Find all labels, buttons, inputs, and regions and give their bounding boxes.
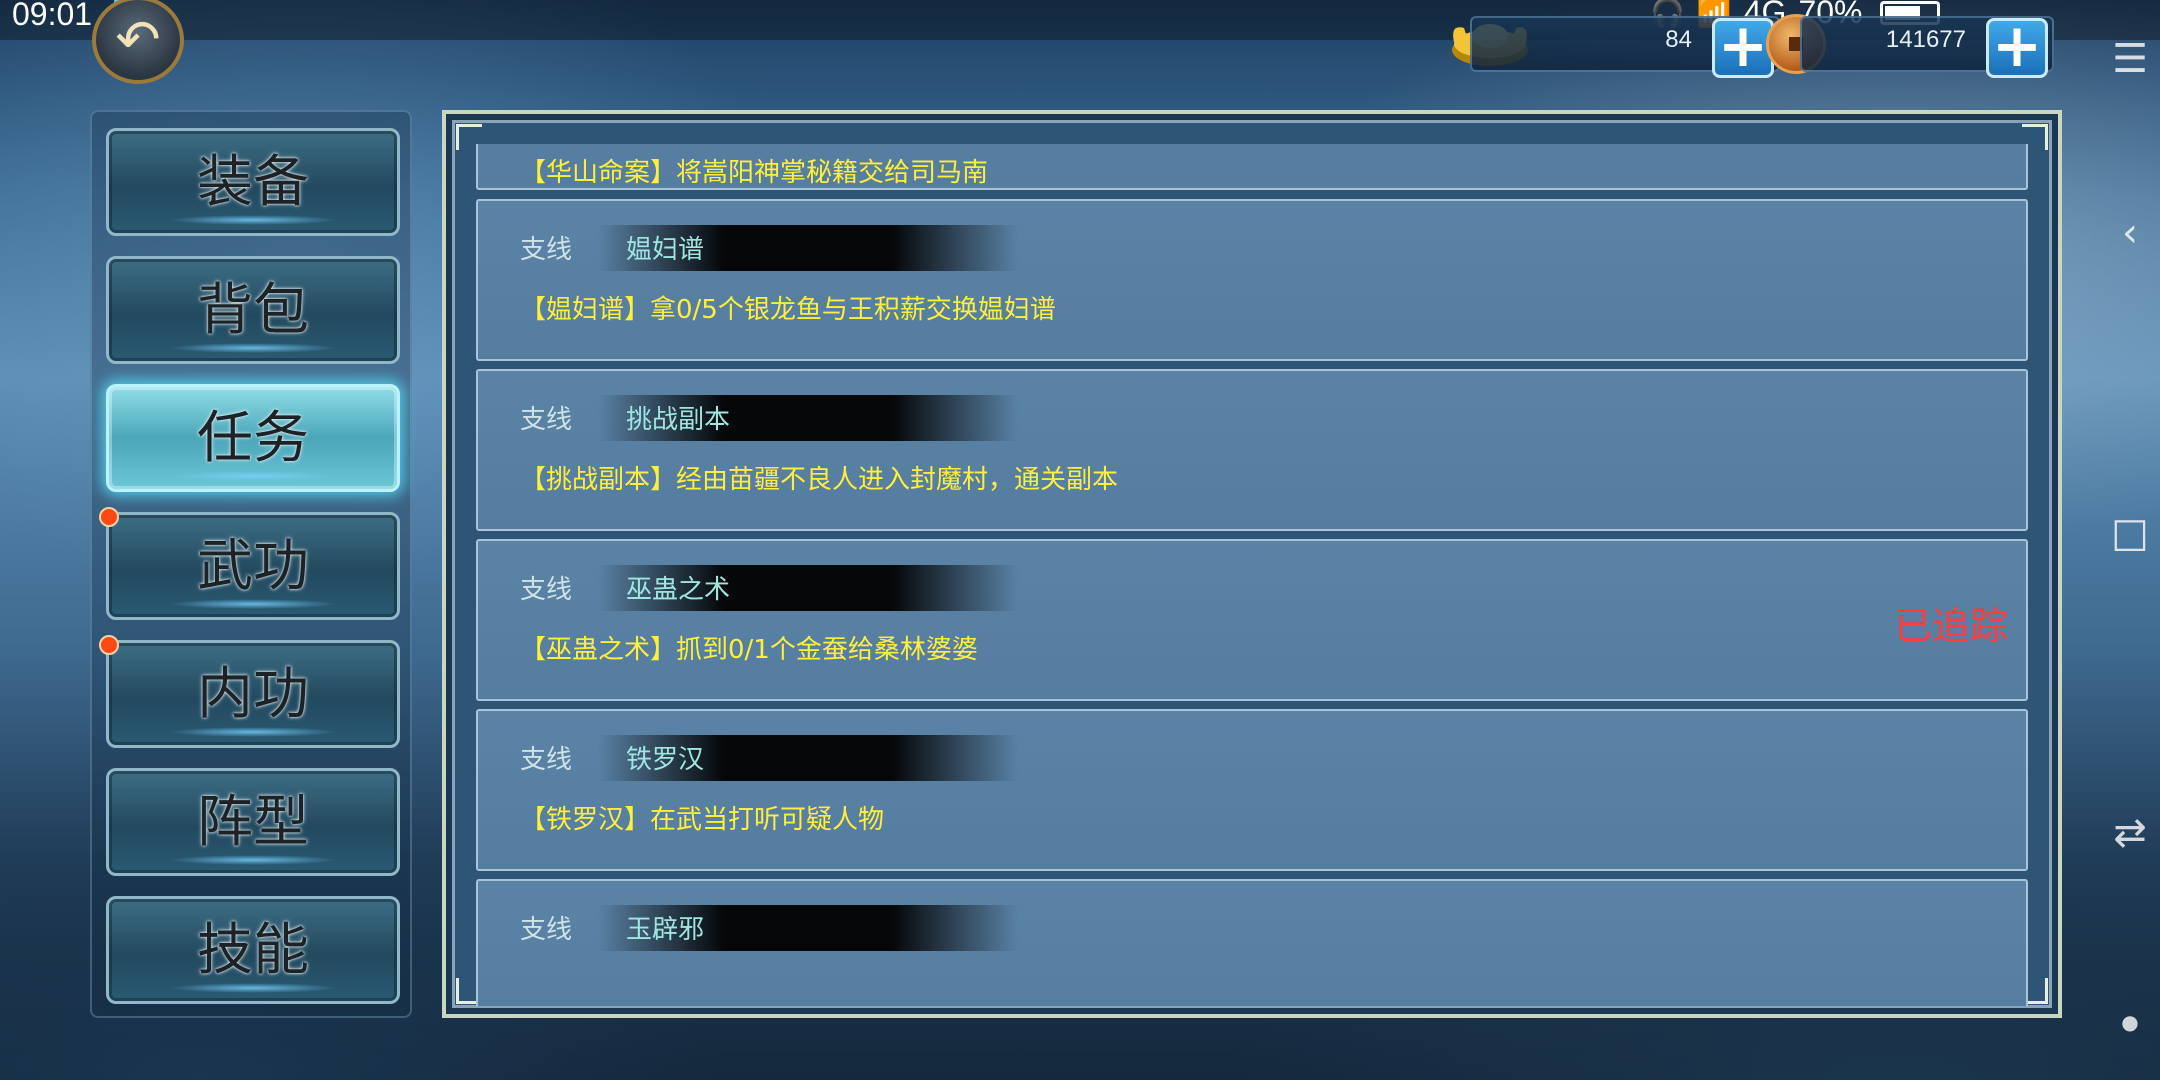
quest-card[interactable]: 支线 玉辟邪 bbox=[476, 879, 2028, 1006]
menu-backpack[interactable]: 背包 bbox=[106, 256, 400, 364]
quest-description: 【铁罗汉】在武当打听可疑人物 bbox=[520, 805, 885, 835]
quest-list[interactable]: 【华山命案】将嵩阳神掌秘籍交给司马南 支线 媪妇谱 【媪妇谱】拿0/5个银龙鱼与… bbox=[476, 144, 2028, 1006]
quest-description: 【华山命案】将嵩阳神掌秘籍交给司马南 bbox=[520, 158, 989, 188]
switch-nav-icon[interactable]: ⇄ bbox=[2100, 810, 2160, 856]
quest-description: 【媪妇谱】拿0/5个银龙鱼与王积薪交换媪妇谱 bbox=[520, 295, 1056, 325]
quest-card[interactable]: 【华山命案】将嵩阳神掌秘籍交给司马南 bbox=[476, 144, 2028, 190]
menu-inner-skill[interactable]: 内功 bbox=[99, 635, 400, 748]
back-nav-icon[interactable]: ‹ bbox=[2100, 210, 2160, 256]
menu-quests[interactable]: 任务 bbox=[106, 384, 400, 492]
tracked-label: 已追踪 bbox=[1893, 604, 2008, 648]
quest-card[interactable]: 支线 挑战副本 【挑战副本】经由苗疆不良人进入封魔村，通关副本 bbox=[476, 369, 2028, 531]
quest-name: 玉辟邪 bbox=[626, 915, 705, 945]
back-arrow-icon: ↶ bbox=[115, 8, 161, 71]
quest-description: 【挑战副本】经由苗疆不良人进入封魔村，通关副本 bbox=[520, 465, 1119, 495]
menu-skills[interactable]: 技能 bbox=[106, 896, 400, 1004]
quest-name: 巫蛊之术 bbox=[626, 575, 731, 605]
quest-type: 支线 bbox=[520, 745, 573, 775]
add-coin-button[interactable]: + bbox=[1986, 16, 2048, 78]
quest-type: 支线 bbox=[520, 405, 573, 435]
home-nav-icon[interactable]: □ bbox=[2100, 510, 2160, 556]
back-button[interactable]: ↶ bbox=[92, 0, 184, 84]
system-nav: ☰ ‹ □ ⇄ ● bbox=[2100, 0, 2160, 1080]
coin-display: 141677 + bbox=[1800, 16, 2054, 78]
quest-panel: 【华山命案】将嵩阳神掌秘籍交给司马南 支线 媪妇谱 【媪妇谱】拿0/5个银龙鱼与… bbox=[442, 110, 2062, 1018]
status-time: 09:01 bbox=[12, 0, 93, 32]
quest-type: 支线 bbox=[520, 235, 573, 265]
side-menu: 装备 背包 任务 武功 内功 阵型 技能 bbox=[90, 110, 412, 1018]
menu-formation[interactable]: 阵型 bbox=[106, 768, 400, 876]
notification-dot bbox=[99, 507, 119, 527]
quest-name: 铁罗汉 bbox=[626, 745, 705, 775]
coin-amount: 141677 bbox=[1885, 26, 1966, 53]
menu-martial-arts-label: 武功 bbox=[197, 534, 309, 599]
quest-card[interactable]: 支线 媪妇谱 【媪妇谱】拿0/5个银龙鱼与王积薪交换媪妇谱 bbox=[476, 199, 2028, 361]
menu-martial-arts[interactable]: 武功 bbox=[99, 507, 400, 620]
gold-amount: 84 bbox=[1665, 26, 1692, 53]
menu-equipment[interactable]: 装备 bbox=[106, 128, 400, 236]
quest-name: 挑战副本 bbox=[626, 405, 731, 435]
add-gold-button[interactable]: + bbox=[1712, 16, 1774, 78]
quest-type: 支线 bbox=[520, 915, 573, 945]
menu-inner-skill-label: 内功 bbox=[197, 662, 309, 727]
quest-type: 支线 bbox=[520, 575, 573, 605]
gold-display: 84 + bbox=[1470, 16, 1780, 78]
notification-dot bbox=[99, 635, 119, 655]
quest-description: 【巫蛊之术】抓到0/1个金蚕给桑林婆婆 bbox=[520, 635, 978, 665]
dot-icon: ● bbox=[2121, 1010, 2139, 1034]
menu-lines-icon[interactable]: ☰ bbox=[2100, 36, 2160, 82]
quest-card[interactable]: 支线 巫蛊之术 【巫蛊之术】抓到0/1个金蚕给桑林婆婆 已追踪 bbox=[476, 539, 2028, 701]
quest-card[interactable]: 支线 铁罗汉 【铁罗汉】在武当打听可疑人物 bbox=[476, 709, 2028, 871]
quest-name: 媪妇谱 bbox=[626, 235, 705, 265]
